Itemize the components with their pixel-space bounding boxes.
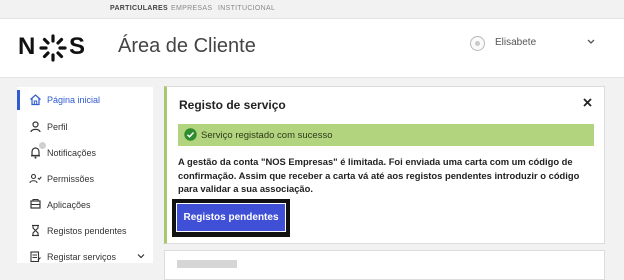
sidebar-item-register-services[interactable]: Registar serviços bbox=[17, 247, 153, 267]
success-message: Serviço registado com sucesso bbox=[201, 130, 333, 141]
register-icon bbox=[30, 251, 41, 263]
apps-icon bbox=[30, 199, 41, 209]
header: N S Área de Cliente Elisabete bbox=[0, 19, 624, 78]
logo-letter-n: N bbox=[18, 33, 36, 60]
success-alert: Serviço registado com sucesso bbox=[178, 124, 594, 146]
secondary-card bbox=[164, 250, 605, 280]
sidebar-item-label: Página inicial bbox=[47, 95, 101, 105]
topnav-institucional[interactable]: INSTITUCIONAL bbox=[218, 5, 275, 12]
sidebar-item-notifications[interactable]: Notificações bbox=[17, 142, 153, 163]
sidebar-item-label: Notificações bbox=[47, 148, 97, 158]
sidebar: Página inicial Perfil Notificações Permi… bbox=[17, 87, 153, 263]
sidebar-item-profile[interactable]: Perfil bbox=[17, 117, 153, 137]
sidebar-item-pending-registrations[interactable]: Registos pendentes bbox=[17, 221, 153, 241]
sidebar-item-label: Permissões bbox=[47, 174, 95, 184]
top-navigation: PARTICULARES EMPRESAS INSTITUCIONAL bbox=[0, 0, 624, 19]
sidebar-item-home[interactable]: Página inicial bbox=[17, 90, 153, 110]
home-icon bbox=[30, 94, 41, 106]
sidebar-item-label: Aplicações bbox=[47, 200, 91, 210]
sidebar-item-label: Registar serviços bbox=[47, 252, 117, 262]
info-message: A gestão da conta "NOS Empresas" é limit… bbox=[178, 156, 580, 194]
topnav-particulares[interactable]: PARTICULARES bbox=[110, 5, 168, 12]
focus-outline: Registos pendentes bbox=[172, 199, 290, 237]
user-menu[interactable]: Elisabete bbox=[470, 35, 610, 55]
notification-badge bbox=[39, 142, 46, 149]
pending-registrations-button[interactable]: Registos pendentes bbox=[176, 203, 286, 232]
page-title: Área de Cliente bbox=[118, 35, 256, 57]
chevron-down-icon[interactable] bbox=[587, 37, 595, 47]
secondary-card-title-placeholder bbox=[177, 260, 237, 268]
sidebar-item-permissions[interactable]: Permissões bbox=[17, 169, 153, 189]
sidebar-item-label: Perfil bbox=[47, 122, 68, 132]
chevron-down-icon[interactable] bbox=[137, 252, 145, 260]
sidebar-item-label: Registos pendentes bbox=[47, 226, 127, 236]
permissions-icon bbox=[29, 173, 42, 184]
card-title: Registo de serviço bbox=[179, 98, 286, 112]
nos-logo[interactable]: N S bbox=[18, 32, 90, 62]
user-icon bbox=[30, 121, 41, 133]
topnav-empresas[interactable]: EMPRESAS bbox=[171, 5, 212, 12]
user-name: Elisabete bbox=[495, 37, 537, 48]
close-icon[interactable] bbox=[583, 98, 592, 107]
logo-letter-s: S bbox=[69, 33, 86, 60]
close-button[interactable] bbox=[583, 98, 593, 108]
logo-sunburst-icon bbox=[39, 34, 67, 62]
hourglass-icon bbox=[32, 224, 39, 237]
check-circle-icon bbox=[184, 128, 197, 141]
avatar bbox=[470, 36, 485, 51]
sidebar-item-applications[interactable]: Aplicações bbox=[17, 195, 153, 215]
